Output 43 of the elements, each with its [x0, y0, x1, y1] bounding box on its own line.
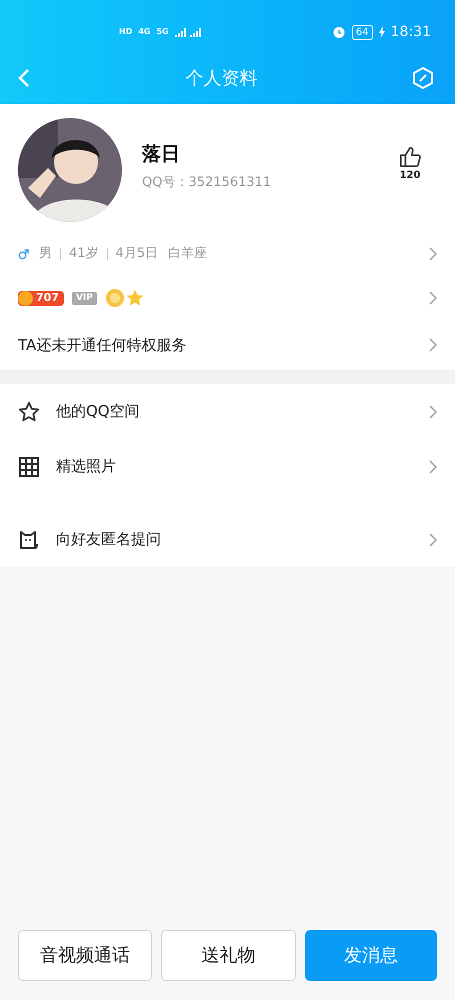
action-button[interactable]: 送礼物	[161, 930, 296, 981]
clock-time: 18:31	[390, 22, 431, 42]
chevron-icon	[429, 338, 437, 352]
back-button[interactable]	[18, 67, 32, 89]
star-icon	[124, 288, 145, 308]
page-title: 个人资料	[184, 66, 258, 90]
menu-label: 他的QQ空间	[56, 401, 140, 422]
user-name: 落日	[142, 142, 181, 167]
cat-icon	[19, 530, 39, 550]
signal-icon	[174, 26, 201, 38]
alarm-icon	[332, 25, 346, 39]
grid-icon	[19, 456, 39, 476]
settings-button[interactable]	[411, 66, 435, 90]
zodiac-text: 白羊座	[168, 245, 208, 264]
gender-text: 男	[39, 245, 52, 264]
qq-number: QQ号：3521561311	[142, 174, 272, 192]
thumbs-up-icon[interactable]	[399, 146, 421, 168]
birthday-text: 4月5日	[116, 245, 158, 264]
privilege-row[interactable]: TA还未开通任何特权服务	[0, 320, 455, 370]
network-label: 4G	[138, 26, 150, 38]
charging-icon	[378, 26, 385, 38]
menu-row[interactable]: 向好友匿名提问	[0, 512, 455, 567]
badges-row[interactable]: 707 VIP	[0, 276, 455, 320]
menu-label: 精选照片	[56, 456, 116, 478]
chevron-icon	[429, 532, 437, 546]
male-icon	[18, 248, 29, 260]
like-count: 120	[400, 169, 420, 183]
chevron-icon	[429, 404, 437, 418]
battery-level: 64	[352, 24, 373, 40]
level-badge: 707	[18, 290, 64, 306]
age-text: 41岁	[69, 245, 99, 264]
menu-label: 向好友匿名提问	[56, 529, 161, 550]
chevron-icon	[429, 460, 437, 474]
network-label: HD	[119, 26, 132, 38]
chevron-icon	[429, 291, 437, 305]
chevron-icon	[429, 247, 437, 261]
star-icon	[18, 400, 40, 422]
menu-row[interactable]: 精选照片	[0, 439, 455, 494]
action-button[interactable]: 音视频通话	[18, 930, 152, 981]
network-label: 5G	[156, 26, 169, 38]
menu-row[interactable]: 他的QQ空间	[0, 384, 455, 439]
vip-badge: VIP	[72, 292, 97, 304]
privilege-text: TA还未开通任何特权服务	[18, 334, 186, 356]
